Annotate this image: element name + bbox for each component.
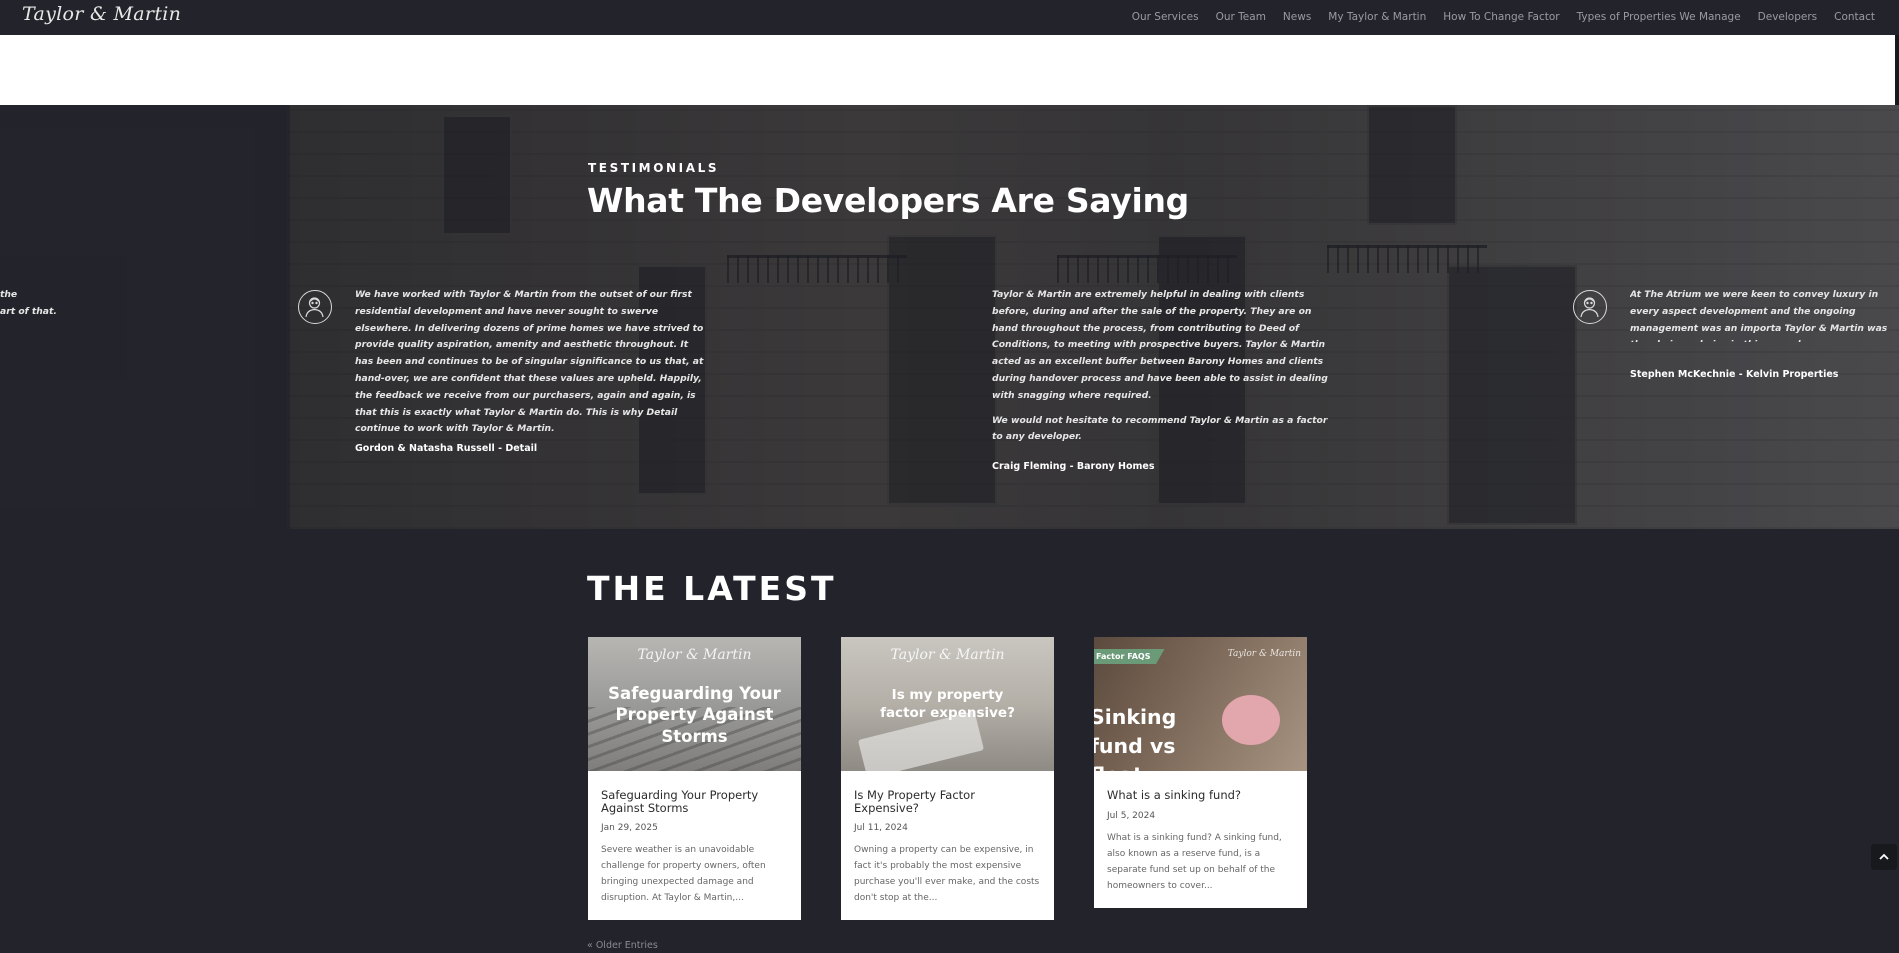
scroll-to-top-button[interactable] bbox=[1871, 844, 1897, 870]
post-title[interactable]: Safeguarding Your Property Against Storm… bbox=[601, 789, 788, 814]
testimonial-text: At The Atrium we were keen to convey lux… bbox=[1630, 289, 1888, 342]
testimonial-text: Taylor & Martin are extremely helpful in… bbox=[992, 289, 1328, 443]
post-thumbnail[interactable]: Factor FAQS Taylor & Martin Sinking fund… bbox=[1094, 637, 1307, 771]
post-thumbnail[interactable]: Taylor & Martin Is my property factor ex… bbox=[841, 637, 1054, 771]
section-heading: What The Developers Are Saying bbox=[587, 181, 1189, 220]
testimonial-author: Gordon & Natasha Russell - Detail bbox=[355, 443, 538, 454]
section-eyebrow: TESTIMONIALS bbox=[588, 161, 720, 175]
post-excerpt: Owning a property can be expensive, in f… bbox=[854, 845, 1040, 903]
post-excerpt: Severe weather is an unavoidable challen… bbox=[601, 845, 766, 903]
nav-how-to-change-factor[interactable]: How To Change Factor bbox=[1443, 11, 1559, 23]
thumbnail-logo: Taylor & Martin bbox=[1227, 649, 1301, 659]
thumbnail-logo: Taylor & Martin bbox=[890, 647, 1005, 663]
post-body: What is a sinking fund? Jul 5, 2024 What… bbox=[1094, 771, 1307, 908]
post-card[interactable]: Factor FAQS Taylor & Martin Sinking fund… bbox=[1094, 637, 1307, 908]
person-outline-icon bbox=[298, 290, 332, 324]
thumbnail-caption: Safeguarding Your Property Against Storm… bbox=[608, 684, 781, 746]
site-header: Taylor & Martin Our Services Our Team Ne… bbox=[0, 0, 1899, 35]
testimonial-text: We have worked with Taylor & Martin from… bbox=[355, 289, 704, 435]
latest-heading: THE LATEST bbox=[587, 569, 837, 608]
post-thumbnail[interactable]: Taylor & Martin Safeguarding Your Proper… bbox=[588, 637, 801, 771]
nav-our-services[interactable]: Our Services bbox=[1132, 11, 1199, 23]
post-body: Safeguarding Your Property Against Storm… bbox=[588, 771, 801, 920]
post-date: Jan 29, 2025 bbox=[601, 823, 658, 833]
post-title[interactable]: What is a sinking fund? bbox=[1107, 789, 1294, 802]
person-outline-icon bbox=[1573, 290, 1607, 324]
post-card[interactable]: Taylor & Martin Safeguarding Your Proper… bbox=[588, 637, 801, 920]
nav-our-team[interactable]: Our Team bbox=[1216, 11, 1266, 23]
testimonial-author: Stephen McKechnie - Kelvin Properties bbox=[1630, 369, 1839, 380]
thumbnail-caption: Sinking fund vs float bbox=[1094, 705, 1177, 771]
post-card[interactable]: Taylor & Martin Is my property factor ex… bbox=[841, 637, 1054, 920]
chevron-up-icon bbox=[1879, 853, 1889, 860]
testimonials-section: TESTIMONIALS What The Developers Are Say… bbox=[0, 105, 1899, 529]
older-entries-link[interactable]: « Older Entries bbox=[587, 940, 658, 951]
nav-contact[interactable]: Contact bbox=[1834, 11, 1875, 23]
nav-news[interactable]: News bbox=[1283, 11, 1311, 23]
piggy-bank-shape bbox=[1222, 695, 1280, 745]
nav-types-of-properties[interactable]: Types of Properties We Manage bbox=[1577, 11, 1741, 23]
nav-my-taylor-martin[interactable]: My Taylor & Martin bbox=[1328, 11, 1426, 23]
testimonial-author: Craig Fleming - Barony Homes bbox=[992, 461, 1155, 472]
main-nav: Our Services Our Team News My Taylor & M… bbox=[1132, 11, 1875, 23]
thumbnail-logo: Taylor & Martin bbox=[637, 647, 752, 663]
testimonial-text-partial: the art of that. bbox=[0, 289, 57, 317]
thumbnail-caption: Is my property factor expensive? bbox=[880, 687, 1015, 721]
white-banner-area bbox=[0, 35, 1895, 105]
category-badge: Factor FAQS bbox=[1094, 649, 1165, 664]
site-logo[interactable]: Taylor & Martin bbox=[22, 3, 181, 25]
post-excerpt: What is a sinking fund? A sinking fund, … bbox=[1107, 832, 1282, 891]
post-date: Jul 11, 2024 bbox=[854, 823, 908, 833]
nav-developers[interactable]: Developers bbox=[1758, 11, 1817, 23]
post-body: Is My Property Factor Expensive? Jul 11,… bbox=[841, 771, 1054, 920]
post-date: Jul 5, 2024 bbox=[1107, 810, 1156, 821]
post-title[interactable]: Is My Property Factor Expensive? bbox=[854, 789, 1041, 814]
